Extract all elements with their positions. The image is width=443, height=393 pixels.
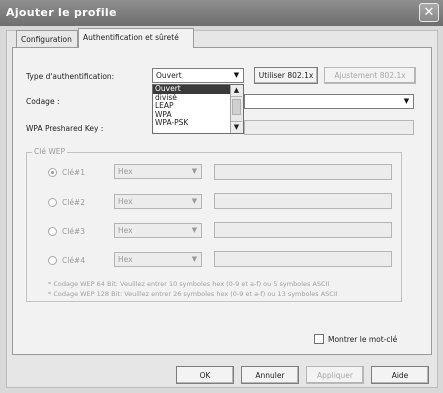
auth-type-value: Ouvert: [156, 71, 182, 80]
tab-label: Configuration: [21, 35, 72, 44]
wep-key3-format-select[interactable]: Hex ▼: [114, 223, 202, 238]
tab-authentication-security[interactable]: Authentification et sûreté: [78, 28, 194, 48]
window-title: Ajouter le profile: [6, 6, 117, 19]
adjust-8021x-button[interactable]: Ajustement 802.1x: [324, 67, 416, 84]
chevron-down-icon[interactable]: ▼: [188, 224, 201, 237]
encoding-label: Codage :: [26, 97, 60, 106]
help-button[interactable]: Aide: [371, 366, 429, 384]
chevron-down-icon[interactable]: ▼: [230, 69, 243, 82]
tab-configuration[interactable]: Configuration: [16, 30, 78, 48]
tab-label: Authentification et sûreté: [83, 33, 179, 42]
wep-key1-input[interactable]: [214, 164, 392, 180]
wep-key2-label: Clé#2: [62, 198, 85, 207]
wep-key4-radio[interactable]: [48, 256, 57, 265]
format-value: Hex: [118, 255, 133, 264]
cancel-button[interactable]: Annuler: [241, 366, 299, 384]
wep-64bit-note: * Codage WEP 64 Bit: Veuillez entrer 10 …: [48, 280, 330, 288]
format-value: Hex: [118, 167, 133, 176]
format-value: Hex: [118, 226, 133, 235]
show-key-label: Montrer le mot-clé: [328, 335, 398, 344]
wep-key3-input[interactable]: [214, 222, 392, 238]
wpa-key-input[interactable]: [244, 120, 414, 135]
scroll-up-icon[interactable]: ▲: [231, 85, 242, 97]
wep-key2-input[interactable]: [214, 193, 392, 209]
wep-128bit-note: * Codage WEP 128 Bit: Veuillez entrer 26…: [48, 290, 338, 298]
show-key-checkbox[interactable]: [314, 334, 324, 344]
wep-key4-input[interactable]: [214, 251, 392, 267]
auth-type-label: Type d'authentification:: [26, 72, 115, 81]
apply-button[interactable]: Appliquer: [306, 366, 364, 384]
wep-key1-format-select[interactable]: Hex ▼: [114, 164, 202, 179]
close-button[interactable]: ✕: [419, 3, 439, 22]
scroll-down-icon[interactable]: ▼: [231, 121, 242, 133]
format-value: Hex: [118, 197, 133, 206]
wep-key1-label: Clé#1: [62, 168, 85, 177]
auth-type-dropdown-list[interactable]: Ouvert divisé LEAP WPA WPA-PSK ▲ ▼: [152, 84, 244, 134]
wep-key4-label: Clé#4: [62, 256, 85, 265]
wep-group-title: Clé WEP: [32, 147, 67, 156]
ok-button[interactable]: OK: [176, 366, 234, 384]
wpa-key-label: WPA Preshared Key :: [26, 124, 104, 133]
wep-key3-radio[interactable]: [48, 227, 57, 236]
chevron-down-icon[interactable]: ▼: [400, 95, 413, 108]
chevron-down-icon[interactable]: ▼: [188, 165, 201, 178]
chevron-down-icon[interactable]: ▼: [188, 253, 201, 266]
auth-type-select[interactable]: Ouvert ▼: [152, 68, 244, 83]
use-8021x-button[interactable]: Utiliser 802.1x: [254, 67, 318, 84]
scroll-thumb[interactable]: [232, 99, 241, 115]
close-icon: ✕: [423, 5, 435, 20]
wep-key1-radio[interactable]: [48, 168, 57, 177]
wep-key2-format-select[interactable]: Hex ▼: [114, 194, 202, 209]
dropdown-scrollbar[interactable]: ▲ ▼: [230, 85, 243, 133]
wep-key4-format-select[interactable]: Hex ▼: [114, 252, 202, 267]
encoding-select[interactable]: ▼: [244, 94, 414, 109]
wep-key3-label: Clé#3: [62, 227, 85, 236]
wep-key2-radio[interactable]: [48, 198, 57, 207]
chevron-down-icon[interactable]: ▼: [188, 195, 201, 208]
